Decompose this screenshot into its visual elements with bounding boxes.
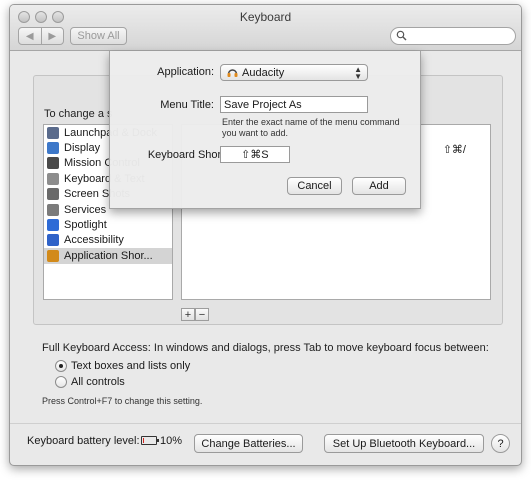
battery-level-label: Keyboard battery level:: [27, 435, 140, 447]
spotlight-icon: [47, 219, 59, 232]
remove-shortcut-button[interactable]: −: [195, 308, 209, 321]
menu-title-field[interactable]: Save Project As: [220, 96, 368, 113]
divider: [10, 423, 521, 424]
radio-label: All controls: [71, 376, 125, 388]
screenshot-icon: [47, 188, 59, 201]
category-label: Display: [64, 142, 101, 155]
add-shortcut-sheet: Application: Audacity ▲ ▼ Menu Title: Sav…: [109, 51, 421, 209]
full-keyboard-access-label: Full Keyboard Access: In windows and dia…: [42, 342, 489, 354]
search-icon: [396, 30, 407, 41]
radio-button[interactable]: [55, 360, 67, 372]
set-up-bluetooth-keyboard-button[interactable]: Set Up Bluetooth Keyboard...: [324, 434, 484, 453]
services-icon: [47, 203, 59, 216]
radio-button[interactable]: [55, 376, 67, 388]
keyboard-icon: [47, 172, 59, 185]
keyboard-shortcut-field[interactable]: ⇧⌘S: [220, 146, 290, 163]
help-line-2: you want to add.: [222, 128, 289, 138]
search-field[interactable]: [390, 27, 516, 45]
category-item[interactable]: Spotlight: [44, 217, 172, 232]
battery-icon: [141, 436, 159, 445]
category-item[interactable]: Application Shor...: [44, 248, 172, 264]
category-label: Spotlight: [64, 219, 107, 232]
cancel-button[interactable]: Cancel: [287, 177, 342, 195]
battery-percent: 10%: [160, 435, 183, 447]
radio-all-controls[interactable]: All controls: [55, 376, 125, 388]
title-bar: Keyboard ◀ ▶ Show All: [10, 5, 521, 51]
forward-button[interactable]: ▶: [40, 28, 64, 44]
show-all-button[interactable]: Show All: [70, 27, 127, 45]
radio-label: Text boxes and lists only: [71, 360, 191, 372]
add-shortcut-button[interactable]: +: [181, 308, 195, 321]
application-label: Application:: [157, 66, 214, 78]
display-icon: [47, 142, 59, 155]
panel-heading: To change a s: [44, 108, 113, 120]
change-batteries-button[interactable]: Change Batteries...: [194, 434, 303, 453]
menu-title-label: Menu Title:: [160, 99, 214, 111]
category-item[interactable]: Accessibility: [44, 233, 172, 248]
menu-title-help: Enter the exact name of the menu command…: [222, 117, 400, 139]
mission-control-icon: [47, 157, 59, 170]
help-line-1: Enter the exact name of the menu command: [222, 117, 400, 127]
shortcut-keys: ⇧⌘/: [442, 144, 466, 156]
application-popup[interactable]: Audacity ▲ ▼: [220, 64, 368, 81]
category-label: Services: [64, 203, 107, 216]
launchpad-icon: [47, 126, 59, 139]
back-button[interactable]: ◀: [19, 28, 41, 44]
help-button[interactable]: ?: [491, 434, 510, 453]
window-title: Keyboard: [239, 10, 292, 24]
app-shortcut-icon: [47, 249, 59, 262]
keyboard-access-hint: Press Control+F7 to change this setting.: [42, 396, 203, 406]
accessibility-icon: [47, 234, 59, 247]
radio-text-boxes[interactable]: Text boxes and lists only: [55, 360, 190, 372]
audacity-icon: [227, 69, 238, 77]
category-label: Application Shor...: [64, 249, 153, 262]
add-button[interactable]: Add: [352, 177, 406, 195]
category-label: Accessibility: [64, 234, 124, 247]
back-forward-control: ◀ ▶: [18, 27, 64, 45]
application-value: Audacity: [242, 66, 285, 79]
popup-arrows-icon: ▲ ▼: [354, 65, 362, 81]
